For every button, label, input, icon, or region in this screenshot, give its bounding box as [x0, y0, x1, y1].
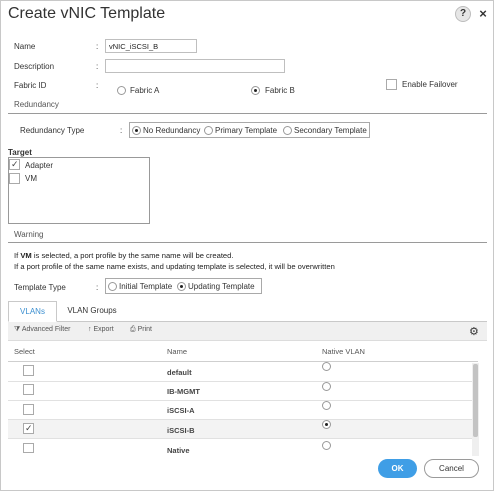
warning-divider [8, 242, 487, 243]
print-button[interactable]: ⎙ Print [130, 326, 152, 334]
fabric-id-label: Fabric ID [14, 81, 47, 90]
checkmark-icon: ✓ [25, 423, 33, 433]
native-native-radio[interactable] [322, 441, 331, 450]
redundancy-divider [8, 113, 487, 114]
close-icon[interactable]: × [475, 6, 491, 22]
native-iscsi-b-radio[interactable] [322, 420, 331, 429]
template-type-label: Template Type [14, 283, 66, 292]
dialog-title: Create vNIC Template [8, 5, 166, 22]
select-iscsi-a-checkbox[interactable] [23, 404, 34, 415]
warning-line-1: If VM is selected, a port profile by the… [14, 251, 234, 260]
template-type-colon: : [96, 283, 99, 292]
select-native-checkbox[interactable] [23, 443, 34, 453]
tab-vlans[interactable]: VLANs [8, 301, 57, 322]
select-iscsi-b-checkbox[interactable]: ✓ [23, 423, 34, 434]
select-ib-mgmt-checkbox[interactable] [23, 384, 34, 395]
vlan-name-iscsi-a: iSCSI-A [167, 406, 195, 415]
print-icon: ⎙ [130, 326, 136, 333]
warning-section-title: Warning [14, 230, 44, 239]
table-scrollbar-thumb[interactable] [473, 364, 478, 437]
enable-failover-checkbox[interactable] [386, 79, 397, 90]
vlan-name-iscsi-b: iSCSI-B [167, 426, 195, 435]
enable-failover-label: Enable Failover [402, 80, 458, 89]
gear-icon[interactable]: ⚙ [469, 325, 479, 338]
warning-line-2: If a port profile of the same name exist… [14, 262, 335, 271]
header-divider [8, 361, 478, 362]
native-iscsi-a-radio[interactable] [322, 401, 331, 410]
description-colon: : [96, 62, 99, 71]
no-redundancy-label: No Redundancy [143, 126, 201, 135]
export-button[interactable]: ↑ Export [88, 326, 114, 333]
ok-button[interactable]: OK [378, 459, 417, 478]
target-label: Target [8, 148, 32, 157]
tab-vlan-groups[interactable]: VLAN Groups [60, 301, 124, 322]
vlan-toolbar: ⧩ Advanced Filter ↑ Export ⎙ Print ⚙ [8, 322, 487, 341]
select-default-checkbox[interactable] [23, 365, 34, 376]
column-header-name: Name [167, 347, 188, 356]
vlan-name-native: Native [167, 446, 190, 455]
row-divider [8, 400, 478, 401]
fabric-a-radio[interactable] [117, 86, 126, 95]
description-label: Description [14, 62, 55, 71]
create-vnic-template-dialog: Create vNIC Template ? × Name : vNIC_iSC… [0, 0, 494, 491]
name-colon: : [96, 42, 99, 51]
adapter-label: Adapter [25, 161, 54, 170]
export-icon: ↑ [88, 326, 92, 333]
redundancy-type-colon: : [120, 126, 123, 135]
filter-icon: ⧩ [14, 326, 21, 333]
native-default-radio[interactable] [322, 362, 331, 371]
name-label: Name [14, 42, 36, 51]
row-divider [8, 381, 478, 382]
redundancy-section-title: Redundancy [14, 100, 59, 109]
advanced-filter-button[interactable]: ⧩ Advanced Filter [14, 326, 70, 334]
adapter-checkbox[interactable]: ✓ [9, 159, 20, 170]
fabric-a-label: Fabric A [130, 86, 160, 95]
name-input[interactable]: vNIC_iSCSI_B [105, 39, 197, 53]
fabric-id-colon: : [96, 81, 99, 90]
vm-checkbox[interactable] [9, 173, 20, 184]
description-input[interactable] [105, 59, 285, 73]
vlan-name-default: default [167, 368, 192, 377]
initial-template-radio[interactable] [108, 282, 117, 291]
column-header-native-vlan: Native VLAN [322, 347, 365, 356]
updating-template-label: Updating Template [188, 282, 255, 291]
column-header-select: Select [14, 347, 35, 356]
redundancy-type-label: Redundancy Type [20, 126, 85, 135]
secondary-template-radio[interactable] [283, 126, 292, 135]
vlan-name-ib-mgmt: IB-MGMT [167, 387, 200, 396]
cancel-button[interactable]: Cancel [424, 459, 479, 478]
primary-template-label: Primary Template [215, 126, 278, 135]
row-divider [8, 438, 478, 439]
updating-template-radio[interactable] [177, 282, 186, 291]
primary-template-radio[interactable] [204, 126, 213, 135]
table-row-selected [8, 420, 472, 438]
initial-template-label: Initial Template [119, 282, 173, 291]
vm-label: VM [25, 174, 37, 183]
no-redundancy-radio[interactable] [132, 126, 141, 135]
help-icon[interactable]: ? [455, 6, 471, 22]
checkmark-icon: ✓ [11, 159, 19, 169]
secondary-template-label: Secondary Template [294, 126, 367, 135]
fabric-b-radio[interactable] [251, 86, 260, 95]
fabric-b-label: Fabric B [265, 86, 295, 95]
native-ib-mgmt-radio[interactable] [322, 382, 331, 391]
